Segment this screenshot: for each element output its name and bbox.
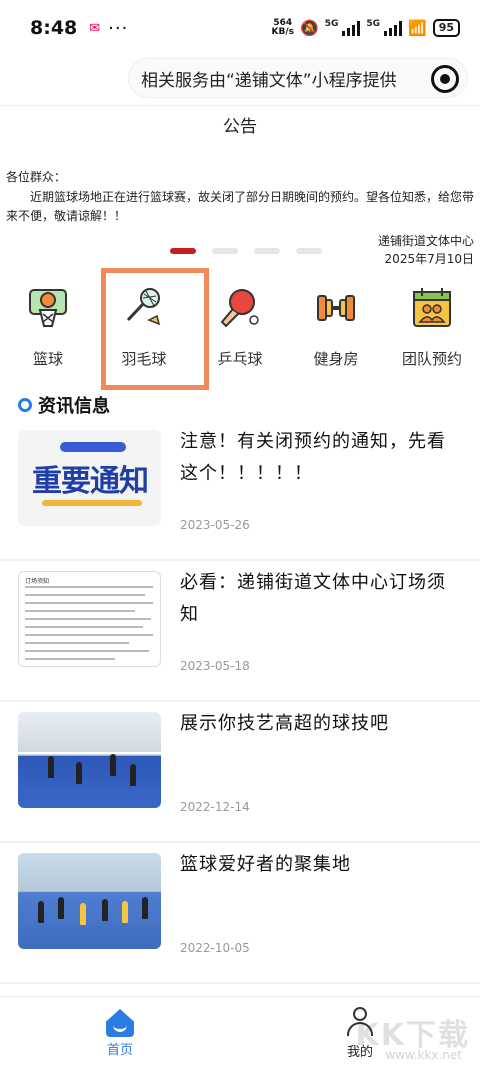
news-thumbnail: 订场须知 [18, 571, 161, 667]
news-item[interactable]: 订场须知 必看：递铺街道文体中心订场须知 2023-05-18 [0, 561, 480, 702]
news-item[interactable]: 重要通知 注意！有关闭预约的通知，先看这个！！！！！ 2023-05-26 [0, 420, 480, 561]
dumbbell-icon [317, 295, 355, 321]
section-bullet-icon [18, 398, 32, 412]
team-calendar-icon [413, 288, 451, 327]
photo-figure [38, 901, 44, 923]
doc-line [25, 650, 149, 652]
net-speed-unit: KB/s [271, 27, 294, 37]
notice-date: 2025年7月10日 [384, 252, 474, 266]
category-label: 团队预约 [401, 350, 462, 368]
status-right: 564 KB/s 🔕 5G 5G 📶 95 [272, 19, 460, 37]
news-section-title: 资讯信息 [38, 396, 110, 417]
category-label: 篮球 [32, 350, 63, 368]
doc-line [25, 642, 129, 644]
category-team[interactable]: 团队预约 [384, 278, 480, 378]
mute-icon: 🔕 [300, 19, 319, 37]
message-icon: ✉ [89, 20, 101, 36]
tab-home[interactable]: 首页 [0, 997, 240, 1066]
category-basketball[interactable]: 篮球 [0, 278, 96, 378]
notice-title: 公告 [223, 117, 257, 137]
photo-figure [122, 901, 128, 923]
news-item-title: 展示你技艺高超的球技吧 [180, 713, 389, 734]
net-speed: 564 KB/s [272, 19, 294, 37]
basketball-hoop-icon [29, 289, 67, 327]
news-section-header: 资讯信息 [18, 392, 110, 418]
thumb-tag [60, 442, 126, 452]
photo-figure [130, 764, 136, 786]
category-label: 乒乓球 [217, 350, 263, 368]
category-pingpong[interactable]: 乒乓球 [192, 278, 288, 378]
service-banner[interactable]: 相关服务由“递铺文体”小程序提供 [128, 58, 468, 98]
doc-line [25, 610, 135, 612]
doc-line [25, 602, 153, 604]
news-thumbnail [18, 853, 161, 949]
wifi-icon: 📶 [408, 19, 427, 37]
status-time: 8:48 [30, 17, 78, 39]
target-icon[interactable] [431, 65, 459, 93]
news-item[interactable]: 展示你技艺高超的球技吧 2022-12-14 [0, 702, 480, 843]
signal1-icon [342, 20, 361, 36]
carousel-dot[interactable] [212, 248, 238, 254]
thumb-decoration [42, 500, 142, 506]
category-gym[interactable]: 健身房 [288, 278, 384, 378]
ping-pong-icon [220, 289, 259, 328]
news-item-title: 注意！有关闭预约的通知，先看这个！！！！！ [180, 431, 446, 484]
category-badminton[interactable]: 羽毛球 [96, 268, 209, 390]
mini-program-header: 相关服务由“递铺文体”小程序提供 [0, 56, 480, 106]
photo-figure [102, 899, 108, 921]
service-banner-text: 相关服务由“递铺文体”小程序提供 [141, 70, 397, 91]
carousel-dots [170, 248, 322, 254]
doc-line [25, 618, 151, 620]
news-item-title: 篮球爱好者的聚集地 [180, 854, 351, 875]
notice-signature: 递铺街道文体中心 2025年7月10日 [378, 232, 474, 268]
category-label: 羽毛球 [121, 350, 167, 368]
doc-line [25, 586, 153, 588]
battery-icon: 95 [432, 19, 460, 37]
doc-line [25, 626, 143, 628]
watermark-url: www.kkx.net [385, 1048, 462, 1062]
news-item-title: 必看：递铺街道文体中心订场须知 [180, 572, 446, 625]
notice-signer: 递铺街道文体中心 [377, 234, 474, 248]
carousel-dot[interactable] [296, 248, 322, 254]
news-item-date: 2023-05-18 [180, 659, 250, 673]
status-bar: 8:48 ✉ ··· 564 KB/s 🔕 5G 5G 📶 95 [0, 0, 480, 56]
photo-net [18, 752, 161, 754]
photo-figure [76, 762, 82, 784]
more-dots-icon: ··· [108, 17, 129, 39]
badminton-icon [126, 288, 161, 326]
doc-line [25, 658, 115, 660]
tab-home-label: 首页 [106, 1043, 133, 1058]
doc-line [25, 594, 145, 596]
news-item-date: 2022-12-14 [180, 800, 250, 814]
signal1-label: 5G [324, 19, 339, 29]
category-label: 健身房 [313, 350, 359, 368]
photo-figure [80, 903, 86, 925]
notification-icons: ✉ ··· [89, 18, 128, 39]
news-list: 重要通知 注意！有关闭预约的通知，先看这个！！！！！ 2023-05-26 订场… [0, 420, 480, 984]
news-thumbnail: 重要通知 [18, 430, 161, 526]
news-thumbnail [18, 712, 161, 808]
thumb-text: 重要通知 [32, 464, 149, 499]
news-item-date: 2022-10-05 [180, 941, 250, 955]
notice-body: 近期篮球场地正在进行篮球赛，故关闭了部分日期晚间的预约。望各位知悉，给您带来不便… [6, 190, 475, 223]
signal2-icon [384, 20, 402, 36]
thumb-doc-title: 订场须知 [25, 578, 50, 585]
doc-line [25, 634, 153, 636]
news-item-date: 2023-05-26 [180, 518, 250, 532]
news-item[interactable]: 篮球爱好者的聚集地 2022-10-05 [0, 843, 480, 984]
page: 8:48 ✉ ··· 564 KB/s 🔕 5G 5G 📶 95 相关服务由“递… [0, 0, 480, 1066]
carousel-dot[interactable] [254, 248, 280, 254]
home-icon [104, 1005, 136, 1035]
photo-figure [48, 756, 54, 778]
category-row: 篮球 羽毛球 乒乓球 健身房 团队预约 [0, 268, 480, 390]
notice-greeting: 各位群众： [6, 170, 67, 184]
photo-figure [110, 754, 116, 776]
photo-figure [142, 897, 148, 919]
signal2-label: 5G [366, 19, 380, 29]
carousel-dot[interactable] [170, 248, 196, 254]
photo-figure [58, 897, 64, 919]
